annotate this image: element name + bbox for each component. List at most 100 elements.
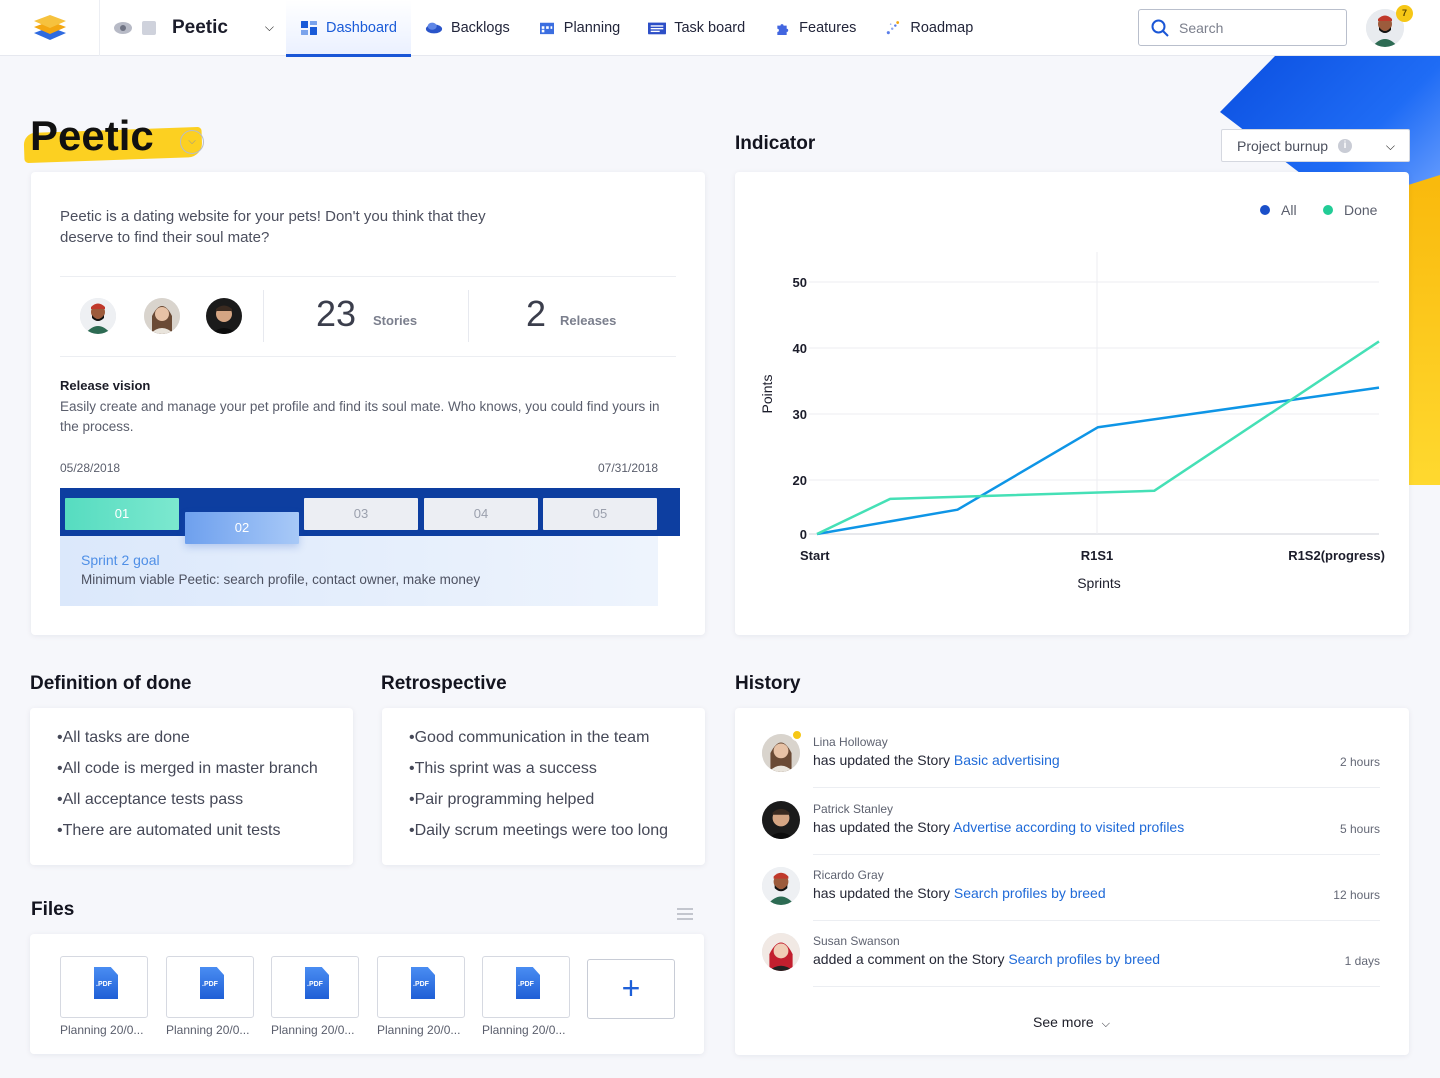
history-user: Patrick Stanley bbox=[813, 802, 894, 816]
tab-label: Dashboard bbox=[326, 19, 397, 36]
history-card: Lina Holloway has updated the Story Basi… bbox=[735, 708, 1409, 1055]
y-tick-label: 50 bbox=[793, 275, 807, 290]
project-title-text: Peetic bbox=[30, 112, 154, 159]
avatar[interactable] bbox=[762, 933, 800, 971]
story-link[interactable]: Basic advertising bbox=[954, 752, 1060, 768]
indicator-title: Indicator bbox=[735, 133, 816, 154]
team-avatar[interactable] bbox=[206, 298, 242, 334]
project-name: Peetic bbox=[172, 16, 228, 38]
planning-icon bbox=[539, 22, 554, 34]
tab-roadmap[interactable]: Roadmap bbox=[870, 0, 987, 56]
avatar-image bbox=[762, 933, 800, 971]
search-input[interactable] bbox=[1179, 19, 1329, 36]
history-action: has updated the Story Basic advertising bbox=[813, 752, 1060, 768]
list-item: •Daily scrum meetings were too long bbox=[409, 822, 669, 839]
folder-icon[interactable] bbox=[142, 20, 156, 35]
project-menu-chevron-icon[interactable]: ⌵ bbox=[180, 130, 204, 154]
features-icon bbox=[777, 23, 789, 35]
indicator-select[interactable]: Project burnup i ⌵ bbox=[1221, 129, 1410, 162]
story-link[interactable]: Search profiles by breed bbox=[954, 885, 1106, 901]
indicator-card: 0 20 30 40 50 Start R1S1 R1S2(progress) Sprints P… bbox=[735, 172, 1409, 635]
x-tick-label: R1S2(progress) bbox=[1288, 548, 1385, 563]
project-title: Peetic bbox=[23, 112, 203, 164]
info-icon[interactable]: i bbox=[1338, 138, 1353, 153]
tab-planning[interactable]: Planning bbox=[524, 0, 634, 56]
pdf-badge: .PDF bbox=[202, 981, 218, 988]
y-axis-label: Points bbox=[759, 375, 775, 414]
divider bbox=[60, 276, 676, 277]
sprint-03[interactable]: 03 bbox=[304, 498, 418, 530]
chevron-down-icon[interactable]: ⌵ bbox=[265, 20, 274, 35]
history-user: Susan Swanson bbox=[813, 934, 900, 948]
history-action-text: added a comment on the Story bbox=[813, 951, 1009, 967]
project-switcher[interactable]: Peetic ⌵ bbox=[100, 0, 286, 56]
history-time: 1 days bbox=[1344, 954, 1380, 968]
tab-task-board[interactable]: Task board bbox=[634, 0, 759, 56]
releases-count: 2 bbox=[526, 293, 547, 334]
main-tabs: Dashboard Backlogs Planning Task board F… bbox=[286, 0, 987, 57]
pdf-badge: .PDF bbox=[413, 981, 429, 988]
project-overview-card: Peetic is a dating website for your pets… bbox=[31, 172, 705, 635]
history-action: added a comment on the Story Search prof… bbox=[813, 951, 1160, 967]
file-name[interactable]: Planning 20/0... bbox=[377, 1023, 473, 1037]
definition-of-done-title: Definition of done bbox=[30, 673, 192, 694]
stories-label: Stories bbox=[373, 313, 418, 328]
pdf-file[interactable]: .PDF bbox=[60, 956, 148, 1018]
chevron-down-icon: ⌵ bbox=[1101, 1018, 1110, 1030]
files-card: .PDF Planning 20/0... .PDF Planning 20/0… bbox=[30, 934, 704, 1054]
history-user: Lina Holloway bbox=[813, 735, 888, 749]
tab-features[interactable]: Features bbox=[759, 0, 870, 56]
sprint-goal-text: Minimum viable Peetic: search profile, c… bbox=[81, 572, 481, 587]
divider bbox=[813, 986, 1380, 987]
sprint-01[interactable]: 01 bbox=[65, 498, 179, 530]
x-tick-label: R1S1 bbox=[1081, 548, 1114, 563]
retrospective-list: •Good communication in the team •This sp… bbox=[409, 729, 668, 853]
story-link[interactable]: Search profiles by breed bbox=[1008, 951, 1160, 967]
x-tick-label: Start bbox=[800, 548, 830, 563]
add-file-button[interactable]: + bbox=[587, 959, 675, 1019]
sprint-05[interactable]: 05 bbox=[543, 498, 657, 530]
pdf-file[interactable]: .PDF bbox=[166, 956, 254, 1018]
search-box[interactable] bbox=[1138, 9, 1347, 46]
sprint-02[interactable]: 02 bbox=[185, 512, 299, 544]
sprint-04[interactable]: 04 bbox=[424, 498, 538, 530]
tab-dashboard[interactable]: Dashboard bbox=[286, 0, 411, 57]
team-avatar[interactable] bbox=[80, 298, 116, 334]
list-item: •All tasks are done bbox=[57, 729, 190, 746]
app-logo[interactable] bbox=[0, 0, 100, 56]
burnup-chart: 0 20 30 40 50 Start R1S1 R1S2(progress) Sprints P… bbox=[759, 202, 1385, 591]
story-link[interactable]: Advertise according to visited profiles bbox=[953, 819, 1184, 835]
file-name[interactable]: Planning 20/0... bbox=[482, 1023, 578, 1037]
definition-of-done-list: •All tasks are done •All code is merged … bbox=[57, 729, 318, 853]
sprint-goal-panel: Sprint 2 goal Minimum viable Peetic: sea… bbox=[60, 536, 658, 606]
history-user: Ricardo Gray bbox=[813, 868, 884, 882]
see-more-button[interactable]: See more ⌵ bbox=[1033, 1014, 1110, 1031]
series-line-done bbox=[816, 340, 1380, 536]
pdf-file[interactable]: .PDF bbox=[377, 956, 465, 1018]
retrospective-title: Retrospective bbox=[381, 673, 507, 694]
y-tick-label: 20 bbox=[793, 473, 807, 488]
pdf-file[interactable]: .PDF bbox=[271, 956, 359, 1018]
files-title: Files bbox=[31, 899, 75, 920]
start-date: 05/28/2018 bbox=[60, 461, 121, 475]
team-avatar[interactable] bbox=[144, 298, 180, 334]
legend-label: Done bbox=[1344, 202, 1378, 218]
tab-backlogs[interactable]: Backlogs bbox=[411, 0, 524, 56]
history-item: Lina Holloway has updated the Story Basi… bbox=[762, 722, 1380, 788]
file-name[interactable]: Planning 20/0... bbox=[166, 1023, 262, 1037]
file-name[interactable]: Planning 20/0... bbox=[271, 1023, 367, 1037]
notification-badge[interactable]: 7 bbox=[1396, 5, 1413, 22]
divider bbox=[468, 290, 469, 342]
pdf-file[interactable]: .PDF bbox=[482, 956, 570, 1018]
dashboard-icon bbox=[301, 20, 317, 35]
menu-icon[interactable] bbox=[677, 908, 693, 923]
eye-icon[interactable] bbox=[114, 21, 132, 34]
history-action-text: has updated the Story bbox=[813, 752, 954, 768]
file-name[interactable]: Planning 20/0... bbox=[60, 1023, 156, 1037]
avatar[interactable] bbox=[762, 801, 800, 839]
retrospective-card: •Good communication in the team •This sp… bbox=[382, 708, 705, 865]
list-item: •All acceptance tests pass bbox=[57, 791, 244, 808]
avatar[interactable] bbox=[762, 867, 800, 905]
list-item: •Good communication in the team bbox=[409, 729, 650, 746]
history-action: has updated the Story Search profiles by… bbox=[813, 885, 1106, 901]
